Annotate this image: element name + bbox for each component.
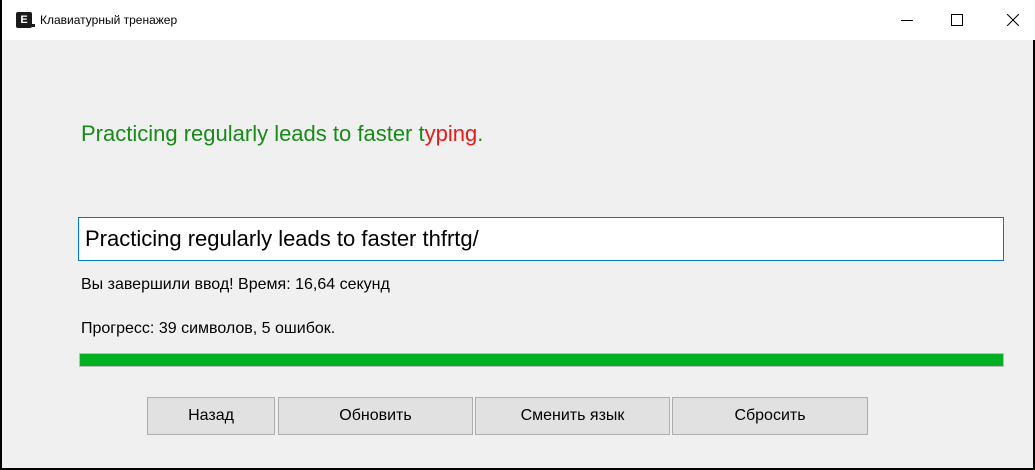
refresh-button[interactable]: Обновить (278, 397, 473, 435)
target-sentence: Practicing regularly leads to faster typ… (81, 120, 483, 148)
minimize-button[interactable] (884, 0, 930, 40)
maximize-icon (951, 14, 963, 26)
typing-input[interactable] (78, 217, 1004, 261)
change-language-button[interactable]: Сменить язык (475, 397, 670, 435)
close-icon (1007, 14, 1019, 26)
close-button[interactable] (990, 0, 1035, 40)
app-icon: E (16, 12, 32, 28)
progress-status: Прогресс: 39 символов, 5 ошибок. (81, 320, 336, 337)
maximize-button[interactable] (934, 0, 980, 40)
completion-status: Вы завершили ввод! Время: 16,64 секунд (81, 276, 390, 293)
reset-button[interactable]: Сбросить (672, 397, 868, 435)
app-window: E Клавиатурный тренажер Practicing regul… (0, 0, 1035, 470)
back-button[interactable]: Назад (147, 397, 275, 435)
main-content: Practicing regularly leads to faster typ… (2, 40, 1035, 470)
minimize-icon (901, 20, 913, 21)
window-title: Клавиатурный тренажер (40, 13, 178, 27)
title-bar[interactable]: E Клавиатурный тренажер (2, 0, 1035, 40)
target-remaining-part: . (477, 121, 484, 146)
target-error-part: yping (424, 121, 478, 146)
progress-bar (79, 353, 1004, 367)
target-correct-part: Practicing regularly leads to faster t (81, 121, 425, 146)
progress-bar-fill (80, 354, 1003, 366)
app-icon-dot (32, 24, 35, 27)
